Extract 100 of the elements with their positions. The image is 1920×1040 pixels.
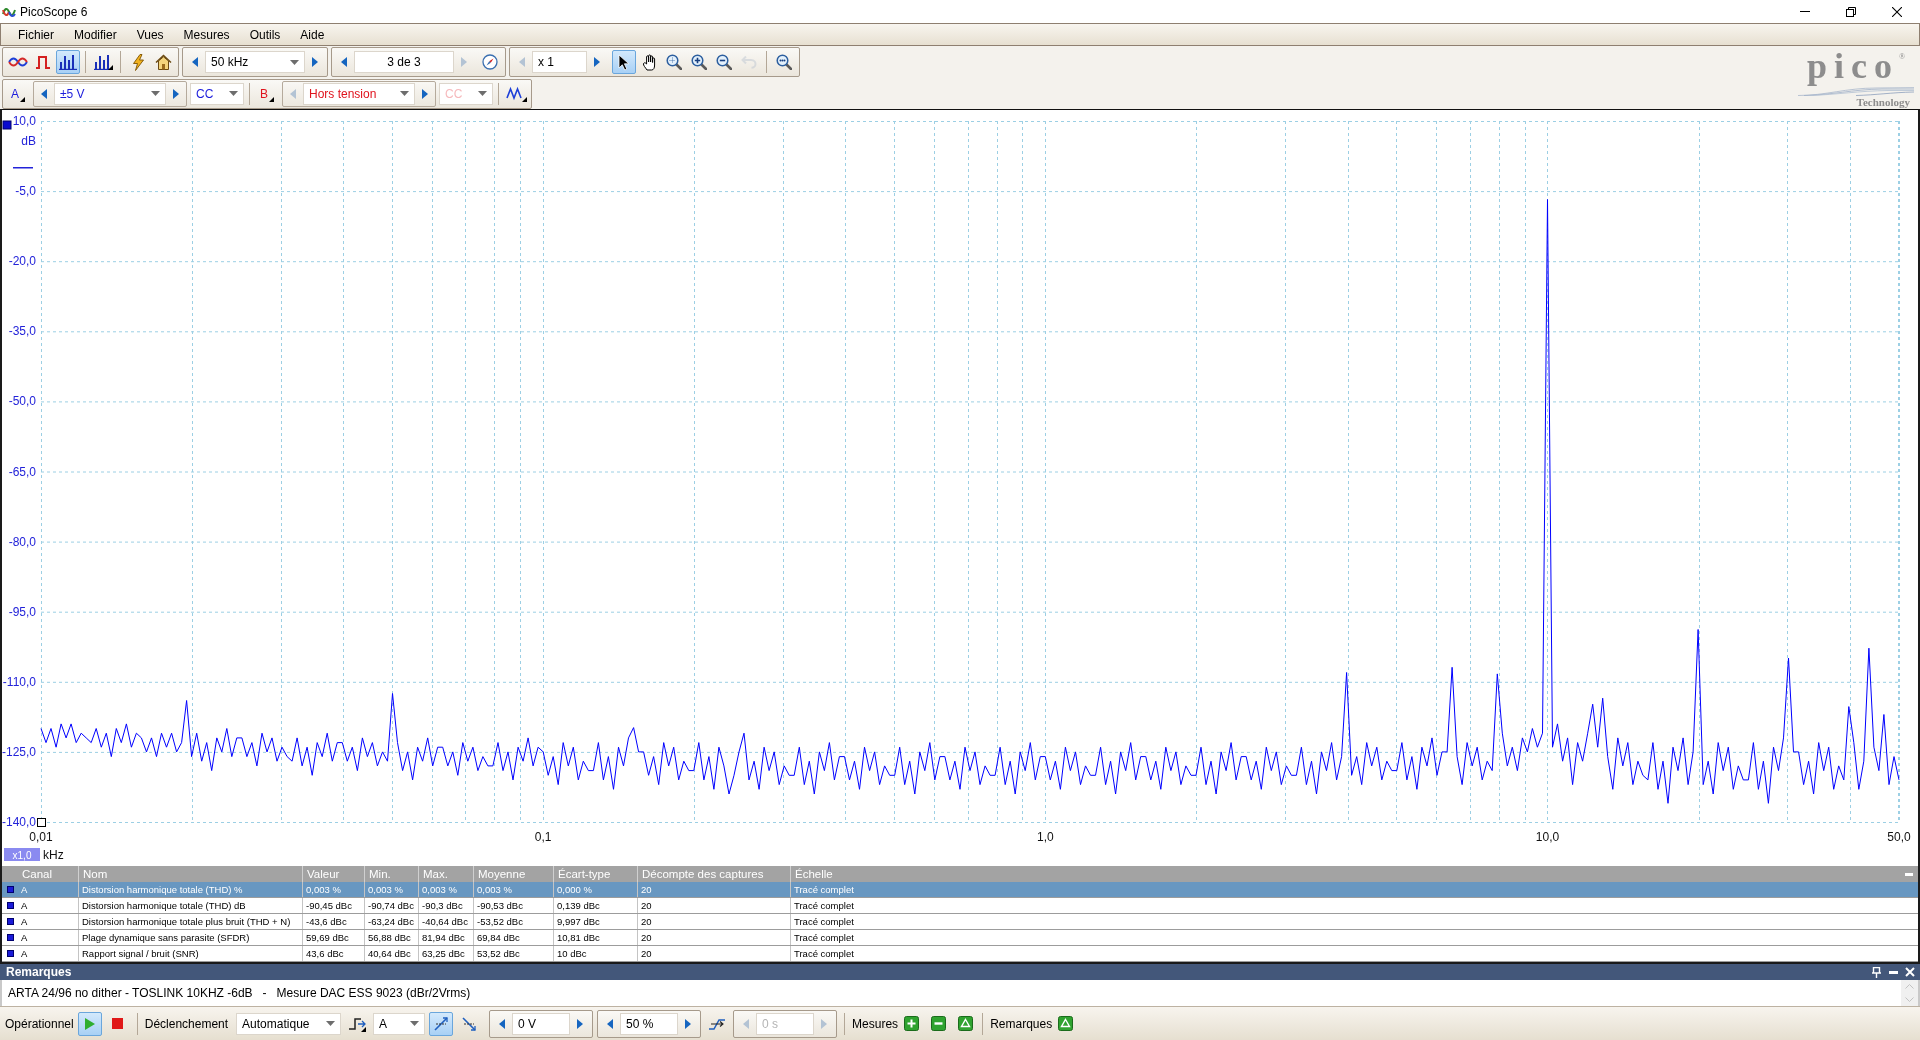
table-cell: -40,64 dBc [418, 914, 473, 929]
magnifier-icon [776, 54, 792, 70]
table-cell: Distorsion harmonique totale plus bruit (THD + N) [78, 914, 302, 929]
channel-marker-icon [6, 934, 14, 941]
axis-marker-icon[interactable] [13, 167, 33, 169]
table-cell: Plage dynamique sans parasite (SFDR) [78, 930, 302, 945]
chevron-down-icon [1905, 997, 1914, 1002]
square-handle-icon[interactable] [37, 818, 46, 827]
close-button[interactable] [1904, 965, 1916, 979]
chevron-up-icon [1905, 984, 1914, 989]
measurements-label: Mesures [852, 1016, 899, 1031]
tool-button[interactable] [612, 50, 636, 74]
y-tick-label: -140,0 [2, 815, 36, 829]
table-cell: 59,69 dBc [302, 930, 364, 945]
right-arrow-icon [422, 88, 428, 99]
minimize-icon [1888, 970, 1898, 974]
trigger-label: Déclenchement [144, 1016, 229, 1031]
table-cell-text: A [20, 947, 29, 961]
restore-icon [1846, 6, 1856, 17]
table-cell: 40,64 dBc [364, 946, 418, 961]
range-dropdown[interactable]: Hors tension [303, 82, 415, 105]
channel-marker-icon [6, 918, 14, 925]
play-icon [84, 1017, 95, 1030]
corner-triangle-icon [269, 96, 274, 102]
left-arrow-icon [192, 57, 198, 67]
corner-triangle-icon [20, 96, 25, 102]
trigger-mode-dropdown[interactable]: Automatique [236, 1012, 342, 1035]
channel-marker-icon [6, 950, 14, 957]
plus-icon [904, 1016, 920, 1031]
table-cell: Tracé complet [790, 898, 1900, 913]
left-arrow-icon [519, 57, 525, 67]
table-cell: 20 [637, 898, 790, 913]
close-icon [1905, 967, 1915, 977]
coupling-dropdown[interactable]: CC [190, 82, 244, 105]
table-cell: -90,53 dBc [473, 898, 553, 913]
mode-button[interactable] [56, 50, 80, 74]
table-cell: -63,24 dBc [364, 914, 418, 929]
triangle-button[interactable] [956, 1014, 976, 1033]
falling-edge-icon [461, 1015, 478, 1032]
caret-icon [410, 1021, 420, 1026]
edge-button[interactable] [429, 1011, 454, 1036]
y-tick-label: 10,0 [12, 114, 36, 128]
menu-item[interactable]: Aide [290, 25, 335, 44]
y-tick-label: -125,0 [2, 744, 36, 759]
minus-button[interactable] [929, 1014, 949, 1033]
menu-item[interactable]: Outils [239, 25, 291, 44]
notes-button[interactable] [1056, 1014, 1076, 1033]
caret-icon [290, 59, 299, 65]
table-row[interactable]: A Rapport signal / bruit (SNR) 43,6 dBc 40,64 dBc 63,25 dBc 53,52 dBc 10 dBc 20 Tracé complet [2, 946, 1918, 962]
caret-icon [400, 91, 409, 96]
right-arrow-icon [312, 57, 318, 67]
menu-item[interactable]: Vues [126, 25, 174, 44]
y-tick-label: -110,0 [2, 674, 36, 689]
channel-marker-icon [6, 902, 14, 909]
range-dropdown[interactable]: ±5 V [54, 82, 166, 105]
square-pulse-icon [35, 55, 51, 69]
right-arrow-icon [173, 88, 179, 99]
table-cell: 43,6 dBc [302, 946, 364, 961]
threshold-field[interactable]: 0 V [512, 1012, 571, 1035]
table-cell-text: A [20, 883, 29, 897]
caret-icon [151, 91, 160, 96]
add-button[interactable] [902, 1014, 922, 1033]
table-cell: Tracé complet [790, 882, 1900, 897]
right-arrow-icon [594, 57, 600, 67]
table-cell: 10 dBc [553, 946, 637, 961]
buffer-field[interactable]: 3 de 3 [354, 51, 454, 73]
table-cell: 20 [637, 930, 790, 945]
table-cell: 81,94 dBc [418, 930, 473, 945]
step-icon [348, 1015, 367, 1032]
menu-item[interactable]: Modifier [64, 25, 127, 44]
channel-marker-icon[interactable] [2, 120, 12, 130]
registered-mark: ® [1898, 52, 1906, 62]
x-tick-label: 50,0 [1887, 830, 1911, 844]
minus-icon [931, 1016, 947, 1031]
table-cell: Tracé complet [790, 946, 1900, 961]
table-row[interactable]: A Distorsion harmonique totale (THD) dB -90,45 dBc -90,74 dBc -90,3 dBc -90,53 dBc 0,139 dBc 20 Tracé complet [2, 898, 1918, 914]
channel-button[interactable]: A [6, 81, 30, 106]
channel-button[interactable]: B [255, 81, 279, 106]
trigger-source-dropdown[interactable]: A [373, 1012, 426, 1035]
timebase-dropdown[interactable]: 50 kHz [205, 51, 305, 73]
zoom-field[interactable]: x 1 [532, 51, 587, 73]
minimize-icon [1905, 872, 1913, 876]
menu-item[interactable]: Mesures [173, 25, 240, 44]
table-cell: -90,74 dBc [364, 898, 418, 913]
run-button[interactable] [77, 1011, 102, 1036]
scrollbar[interactable] [1901, 980, 1918, 1006]
minimize-icon [1800, 11, 1810, 12]
pin-icon [1871, 966, 1881, 978]
zoom-out-icon [716, 54, 732, 70]
table-row[interactable]: A Plage dynamique sans parasite (SFDR) 59,69 dBc 56,88 dBc 81,94 dBc 69,84 dBc 10,81 dBc 20 Tracé complet [2, 930, 1918, 946]
pin-button[interactable] [1870, 965, 1882, 979]
menu-item[interactable]: Fichier [8, 25, 64, 44]
table-cell: 0,003 % [364, 882, 418, 897]
position-field[interactable]: 50 % [620, 1012, 679, 1035]
table-cell: 10,81 dBc [553, 930, 637, 945]
notes-field[interactable]: ARTA 24/96 no dither - TOSLINK 10KHZ -6dB - Mesure DAC ESS 9023 (dBr/2Vrms) [2, 980, 1901, 1006]
zoom-factor-badge: x1,0 [4, 848, 40, 861]
right-arrow-icon [461, 57, 467, 67]
caret-icon [326, 1021, 336, 1026]
table-row[interactable]: A Distorsion harmonique totale plus bruit (THD + N) -43,6 dBc -63,24 dBc -40,64 dBc -53,52 dBc 9,997 dBc 20 Tracé complet [2, 914, 1918, 930]
